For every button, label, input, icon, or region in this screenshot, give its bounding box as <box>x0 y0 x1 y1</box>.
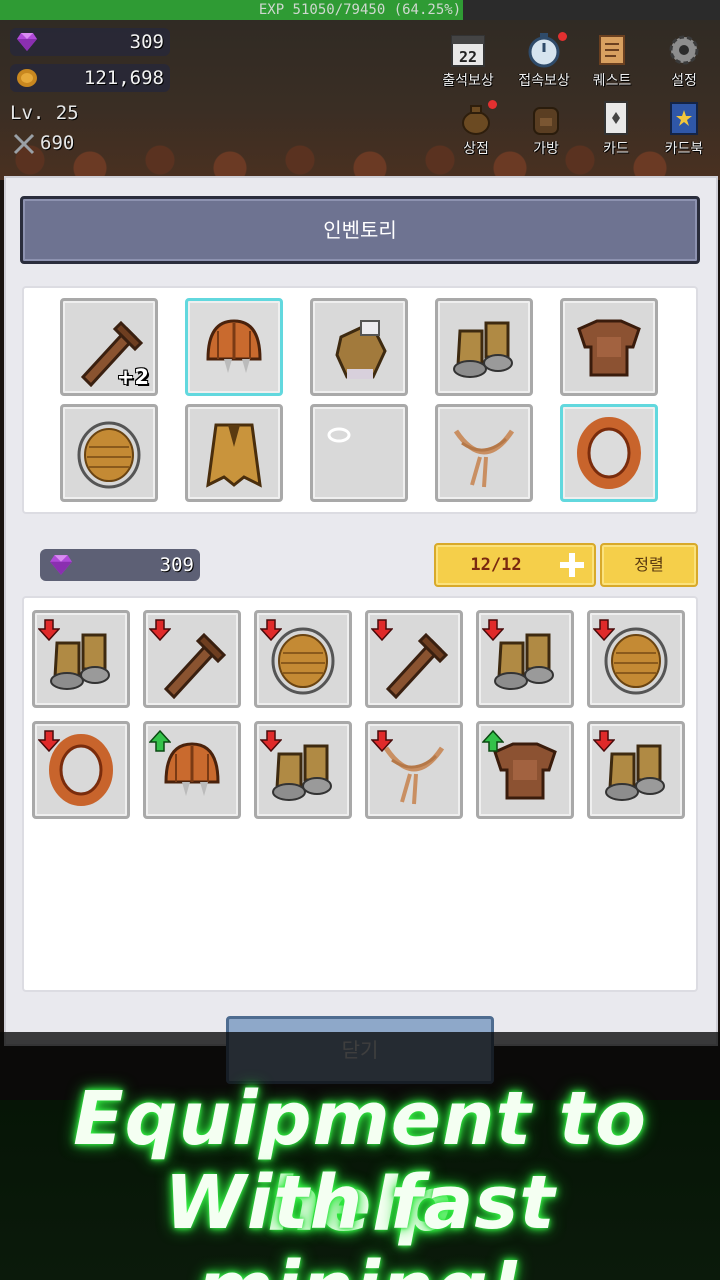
inventory-capacity: 12/12 <box>470 555 522 575</box>
equipped-slot[interactable] <box>435 404 533 502</box>
bag-item-slot[interactable] <box>143 610 241 708</box>
attack-power: 690 <box>40 132 75 154</box>
shield-icon <box>77 421 141 489</box>
empty-ring-slot-icon <box>327 427 351 443</box>
shop-button[interactable]: 상점 <box>440 100 512 160</box>
backpack-icon <box>533 107 559 135</box>
plus-icon <box>560 553 584 577</box>
shop-label: 상점 <box>463 141 489 157</box>
equipped-slot[interactable] <box>185 298 283 396</box>
gem-counter: 309 <box>10 28 170 56</box>
equipped-slot[interactable] <box>310 404 408 502</box>
stat-down-arrow-icon <box>371 619 393 641</box>
calendar-icon: 22 <box>451 35 485 67</box>
gold-coin-icon <box>17 69 37 87</box>
cardbook-button[interactable]: 카드북 <box>648 100 720 160</box>
connect-reward-button[interactable]: 접속보상 <box>508 32 580 92</box>
enhance-level: +2 <box>116 365 149 389</box>
sort-label: 정렬 <box>634 555 664 574</box>
svg-text:22: 22 <box>459 48 477 66</box>
expand-capacity-button[interactable]: 12/12 <box>434 543 596 587</box>
settings-button[interactable]: 설정 <box>648 32 720 92</box>
stat-down-arrow-icon <box>371 730 393 752</box>
inventory-gem-count: 309 <box>159 554 194 576</box>
cape-icon <box>206 423 262 488</box>
helmet-icon <box>206 319 262 373</box>
crossed-swords-icon <box>12 132 36 156</box>
gear-icon <box>669 35 699 65</box>
quest-button[interactable]: 퀘스트 <box>576 32 648 92</box>
necklace-icon <box>453 429 515 488</box>
bag-item-slot[interactable] <box>476 610 574 708</box>
stat-down-arrow-icon <box>38 619 60 641</box>
settings-label: 설정 <box>671 73 697 89</box>
bag-item-slot[interactable] <box>143 721 241 819</box>
cardbook-label: 카드북 <box>664 141 704 157</box>
bag-item-slot[interactable] <box>365 721 463 819</box>
equipped-slot[interactable] <box>185 404 283 502</box>
bag-item-slot[interactable] <box>365 610 463 708</box>
scroll-icon <box>599 35 625 65</box>
equipped-slot[interactable] <box>60 404 158 502</box>
stat-down-arrow-icon <box>260 730 282 752</box>
equipped-slot[interactable] <box>310 298 408 396</box>
ring-icon <box>577 417 641 489</box>
equipped-slot[interactable] <box>560 298 658 396</box>
connect-reward-label: 접속보상 <box>518 73 570 89</box>
inventory-title: 인벤토리 <box>323 218 397 242</box>
bag-item-slot[interactable] <box>476 721 574 819</box>
bag-item-slot[interactable] <box>32 610 130 708</box>
stat-up-arrow-icon <box>149 730 171 752</box>
equipped-items-box: +2 <box>22 286 698 514</box>
stat-down-arrow-icon <box>38 730 60 752</box>
stat-down-arrow-icon <box>482 619 504 641</box>
quest-label: 퀘스트 <box>592 73 632 89</box>
armor-icon <box>577 319 641 377</box>
promo-line-2: With fast mining! <box>164 1160 556 1280</box>
exp-text: EXP 51050/79450 (64.25%) <box>258 2 462 18</box>
stat-down-arrow-icon <box>593 730 615 752</box>
gold-count: 121,698 <box>83 67 164 89</box>
bag-item-slot[interactable] <box>32 721 130 819</box>
gem-icon <box>17 33 37 51</box>
stat-down-arrow-icon <box>593 619 615 641</box>
sort-button[interactable]: 정렬 <box>600 543 698 587</box>
equipped-slot[interactable]: +2 <box>60 298 158 396</box>
card-icon <box>604 101 628 135</box>
bag-item-slot[interactable] <box>254 721 352 819</box>
bag-items-box <box>22 596 698 992</box>
stat-up-arrow-icon <box>482 730 504 752</box>
card-button[interactable]: 카드 <box>580 100 652 160</box>
equipped-slot[interactable] <box>435 298 533 396</box>
card-label: 카드 <box>603 141 629 157</box>
glove-icon <box>335 320 387 379</box>
stat-down-arrow-icon <box>149 619 171 641</box>
bag-label: 가방 <box>533 141 559 157</box>
gem-icon <box>50 555 72 575</box>
attendance-reward-label: 출석보상 <box>442 73 494 89</box>
inventory-gem-counter: 309 <box>40 549 200 581</box>
player-level: Lv. 25 <box>10 102 79 124</box>
notification-dot <box>488 100 497 109</box>
bag-item-slot[interactable] <box>587 721 685 819</box>
book-icon <box>670 102 698 135</box>
equipped-slot[interactable] <box>560 404 658 502</box>
attendance-reward-button[interactable]: 22 출석보상 <box>432 32 504 92</box>
gold-counter: 121,698 <box>10 64 170 92</box>
inventory-title-bar: 인벤토리 <box>20 196 700 264</box>
stopwatch-icon <box>528 33 560 68</box>
bag-item-slot[interactable] <box>254 610 352 708</box>
bag-button[interactable]: 가방 <box>510 100 582 160</box>
boots-icon <box>453 321 513 378</box>
exp-bar: EXP 51050/79450 (64.25%) <box>0 0 720 20</box>
gem-count: 309 <box>129 31 164 53</box>
bag-item-slot[interactable] <box>587 610 685 708</box>
stat-down-arrow-icon <box>260 619 282 641</box>
notification-dot <box>558 32 567 41</box>
